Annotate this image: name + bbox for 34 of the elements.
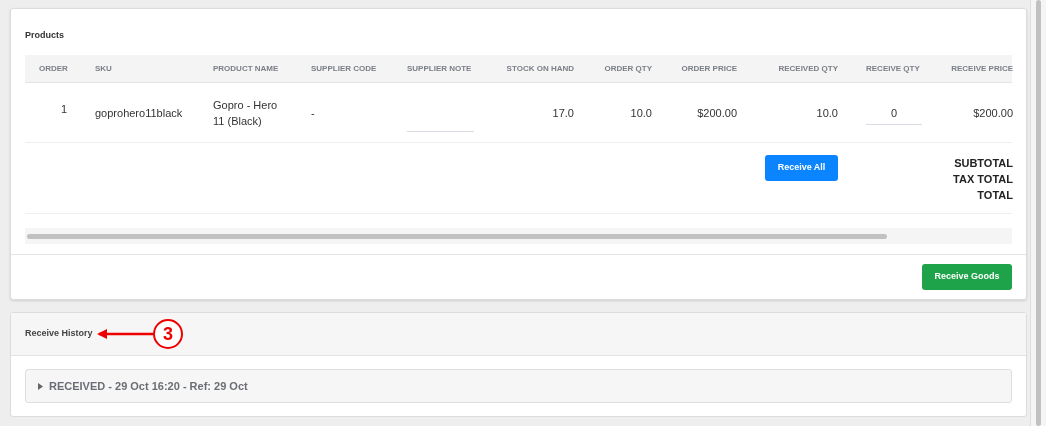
total-label: TAX TOTAL	[953, 172, 1013, 187]
history-entry[interactable]: RECEIVED - 29 Oct 16:20 - Ref: 29 Oct	[25, 369, 1012, 403]
callout-number: 3	[153, 319, 183, 349]
receive-goods-button[interactable]: Receive Goods	[922, 264, 1012, 290]
table-cell-text: 10.0	[815, 105, 839, 121]
scrollbar-thumb[interactable]	[1036, 0, 1041, 426]
column-header: RECEIVE PRICE	[950, 62, 1013, 75]
table-cell-text: 1	[59, 101, 68, 117]
column-header: SUPPLIER NOTE	[406, 62, 473, 75]
column-header: STOCK ON HAND	[505, 62, 575, 75]
scrollbar-thumb[interactable]	[27, 233, 887, 239]
column-header: PRODUCT NAME	[212, 62, 280, 75]
table-cell-text: 17.0	[551, 105, 575, 121]
section-title: Receive History	[25, 327, 93, 341]
total-label: SUBTOTAL	[954, 156, 1013, 171]
table-cell-text: $200.00	[972, 105, 1013, 121]
column-header: SUPPLIER CODE	[310, 62, 378, 75]
column-header: ORDER PRICE	[680, 62, 738, 75]
section-title: Products	[25, 29, 65, 42]
arrow-icon	[97, 329, 153, 339]
input-field[interactable]: 0	[866, 102, 922, 125]
receive-all-button[interactable]: Receive All	[765, 155, 838, 181]
table-cell-text: -	[310, 105, 316, 121]
caret-icon	[38, 382, 43, 390]
column-header: SKU	[94, 62, 113, 75]
column-header: RECEIVED QTY	[777, 62, 839, 75]
table-cell-text: 10.0	[629, 105, 653, 121]
column-header: RECEIVE QTY	[865, 62, 921, 75]
column-header: ORDER	[38, 62, 69, 75]
table-cell-text: Gopro - Hero 11 (Black)	[212, 97, 279, 129]
table-cell-text: goprohero11black	[94, 105, 184, 121]
table-cell-text: $200.00	[696, 105, 738, 121]
column-header: ORDER QTY	[603, 62, 653, 75]
total-label: TOTAL	[977, 188, 1013, 203]
